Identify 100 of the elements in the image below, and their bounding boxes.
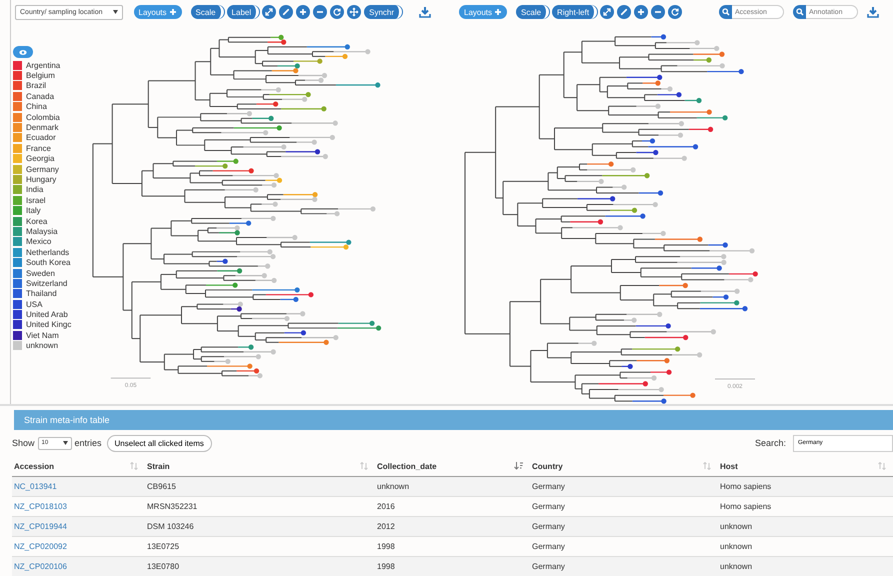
column-header[interactable]: Host: [720, 462, 738, 470]
column-header[interactable]: Collection_date: [377, 462, 437, 470]
move-icon: [348, 6, 360, 18]
refresh-button[interactable]: [668, 5, 682, 19]
layouts-button[interactable]: Layouts: [459, 5, 508, 19]
legend-label: unknown: [26, 341, 58, 350]
legend-label: Malaysia: [26, 226, 58, 236]
plus-icon: [168, 8, 177, 16]
table-cell: Germany: [532, 562, 565, 571]
toggle-button[interactable]: Right-left: [552, 5, 598, 19]
expand-icon: [263, 6, 276, 18]
legend-label: Argentina: [26, 60, 60, 70]
table-cell: Germany: [532, 502, 565, 511]
search-icon: [722, 8, 730, 16]
download-icon[interactable]: [419, 6, 431, 18]
accession-link[interactable]: NZ_CP019944: [14, 522, 67, 531]
table-cell: 2016: [377, 502, 395, 511]
legend-label: Hungary: [26, 174, 56, 184]
column-header[interactable]: Accession: [14, 462, 54, 470]
legend-label: USA: [26, 300, 42, 309]
legend-label: Netherlands: [26, 248, 70, 257]
table-cell: Homo sapiens: [720, 482, 772, 491]
scale-bar: [110, 378, 152, 379]
legend-toggle-button[interactable]: [13, 46, 33, 58]
legend-label: Canada: [26, 92, 54, 101]
legend-label: Denmark: [26, 123, 58, 132]
table-cell: DSM 103246: [147, 522, 194, 531]
table-cell: unknown: [720, 542, 752, 551]
plus-button[interactable]: [296, 5, 310, 19]
table-cell: Homo sapiens: [720, 502, 772, 511]
legend-label: Mexico: [26, 237, 52, 246]
table-cell: unknown: [720, 522, 752, 531]
legend-label: Viet Nam: [26, 330, 59, 340]
refresh-button[interactable]: [330, 5, 344, 19]
refresh-icon: [669, 6, 682, 18]
pen-button[interactable]: [617, 5, 632, 19]
accession-link[interactable]: NC_013941: [14, 482, 57, 491]
plus-icon: [494, 8, 502, 16]
column-header[interactable]: Country: [532, 462, 563, 470]
table-cell: Germany: [532, 522, 565, 531]
download-icon[interactable]: [867, 6, 879, 18]
column-header[interactable]: Strain: [147, 462, 170, 470]
expand-button[interactable]: [600, 5, 614, 19]
expand-icon: [601, 6, 614, 18]
legend-label: United Arab: [26, 310, 68, 320]
toggle-button[interactable]: Scale: [516, 5, 550, 19]
legend-label: Colombia: [26, 112, 60, 122]
legend-label: Italy: [26, 206, 41, 216]
search-label: Search:: [754, 438, 786, 448]
legend-label: Israel: [26, 196, 46, 205]
accession-link[interactable]: NZ_CP020106: [14, 562, 67, 571]
legend-label: Brazil: [26, 81, 46, 90]
unselect-button[interactable]: Unselect all clicked items: [106, 434, 212, 452]
table-cell: Germany: [532, 482, 565, 491]
entries-label: entries: [74, 438, 102, 448]
search-button[interactable]: [793, 5, 806, 19]
table-cell: 1998: [377, 542, 395, 551]
accession-link[interactable]: NZ_CP020092: [14, 542, 67, 551]
table-cell: unknown: [720, 562, 752, 571]
legend-label: Sweden: [26, 268, 55, 278]
legend-label: Korea: [26, 216, 48, 226]
minus-button[interactable]: [651, 5, 666, 19]
legend-label: South Korea: [26, 258, 70, 268]
toggle-button[interactable]: Synchr: [364, 5, 402, 19]
table-cell: 13E0780: [147, 562, 180, 571]
plus-button[interactable]: [634, 5, 648, 19]
caret-icon: [62, 441, 68, 445]
layouts-button[interactable]: Layouts: [134, 5, 182, 19]
search-icon: [796, 8, 804, 16]
table-title: Strain meta-info table: [14, 410, 893, 430]
toggle-button[interactable]: Label: [226, 5, 260, 19]
legend-label: Georgia: [26, 154, 54, 164]
legend-label: Ecuador: [26, 133, 56, 142]
refresh-icon: [331, 6, 344, 18]
minus-button[interactable]: [313, 5, 328, 19]
table-cell: 1998: [377, 562, 395, 571]
caret-icon: [112, 10, 118, 14]
legend-label: United Kingc: [26, 320, 72, 330]
table-cell: unknown: [377, 482, 410, 491]
move-button[interactable]: [347, 5, 362, 19]
scale-bar: [714, 378, 756, 380]
table-cell: MRSN352231: [147, 502, 198, 511]
sort-descending-icon[interactable]: [514, 462, 524, 470]
table-cell: 2012: [377, 522, 395, 531]
legend-label: India: [26, 185, 44, 194]
table-cell: 13E0725: [147, 542, 180, 551]
search-button[interactable]: [719, 5, 732, 19]
legend-label: Germany: [26, 164, 59, 174]
accession-link[interactable]: NZ_CP018103: [14, 502, 67, 511]
show-label: Show: [12, 438, 35, 448]
legend-label: Thailand: [26, 289, 57, 298]
legend-label: Belgium: [26, 71, 55, 80]
table-cell: Germany: [532, 542, 565, 551]
pen-button[interactable]: [279, 5, 294, 19]
legend-label: Switzerland: [26, 278, 68, 288]
expand-button[interactable]: [262, 5, 276, 19]
legend-label: China: [26, 102, 47, 112]
toggle-button[interactable]: Scale: [190, 5, 224, 19]
eye-icon: [19, 48, 27, 56]
table-cell: CB9615: [147, 482, 176, 491]
